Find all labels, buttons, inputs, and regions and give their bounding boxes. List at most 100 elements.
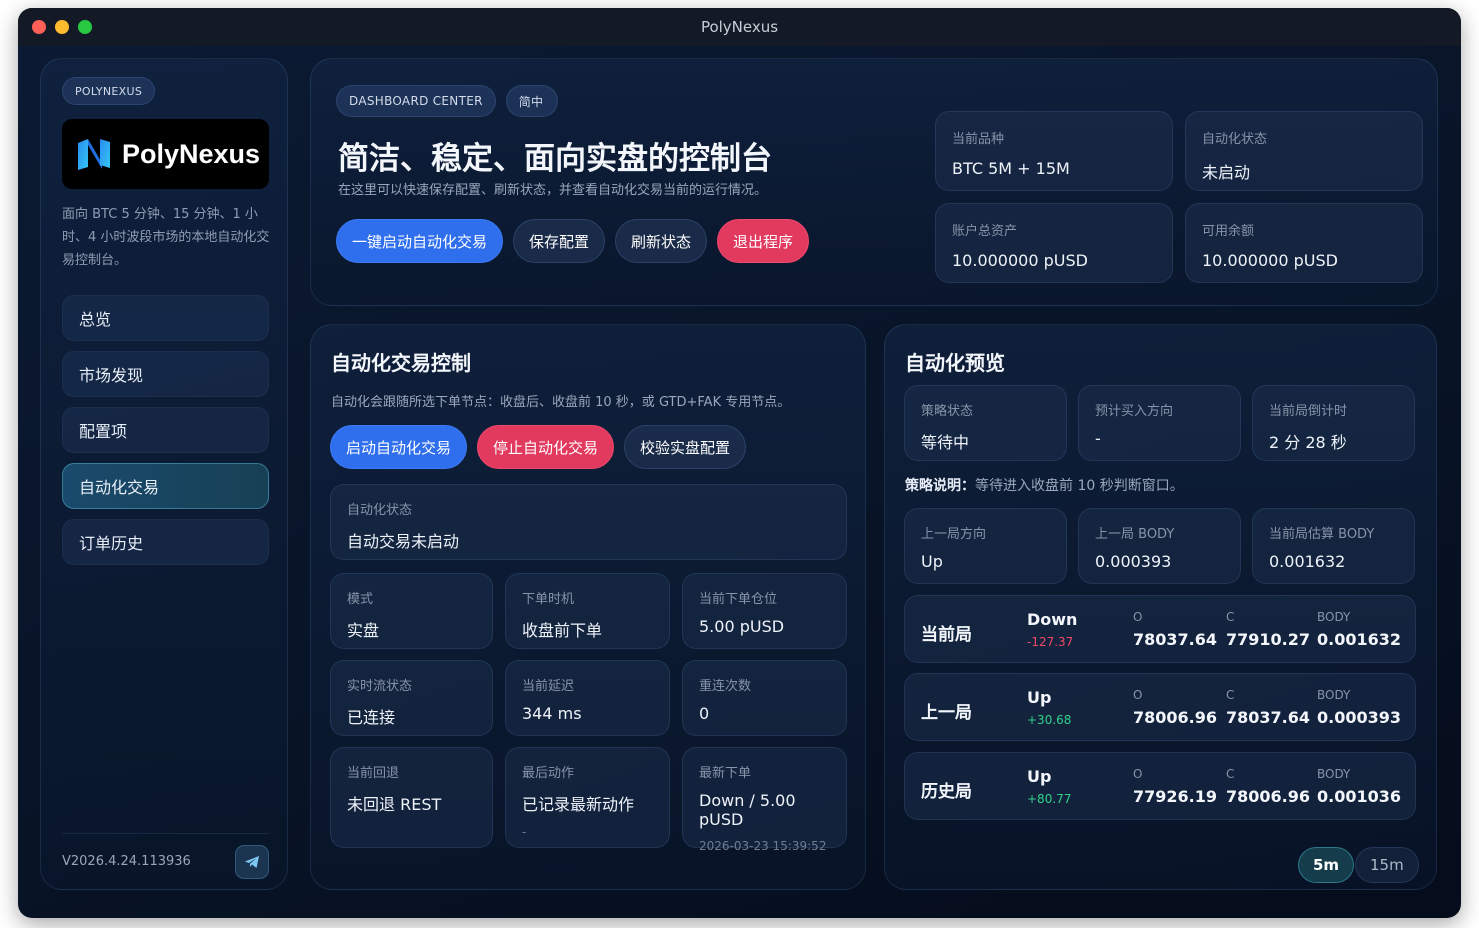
- tile-label: 重连次数: [699, 679, 752, 694]
- window-title: PolyNexus: [700, 18, 779, 36]
- round-name: 上一局: [921, 703, 972, 723]
- verify-config-button[interactable]: 校验实盘配置: [624, 425, 747, 469]
- close-label: C: [1226, 767, 1235, 781]
- sidebar-item-order-history[interactable]: 订单历史: [62, 519, 269, 565]
- close-label: C: [1226, 688, 1235, 702]
- tile-value: 收盘前下单: [522, 621, 603, 640]
- close-value: 77910.27: [1226, 630, 1311, 649]
- exit-app-button[interactable]: 退出程序: [717, 219, 810, 263]
- body-value: 0.001036: [1317, 787, 1402, 806]
- body-label: BODY: [1317, 688, 1351, 702]
- automation-preview-panel: 自动化预览 策略状态 等待中 预计买入方向 - 当前局倒计时 2 分 28 秒 …: [884, 324, 1437, 890]
- tile-last-action: 最后动作 已记录最新动作 -: [505, 747, 670, 848]
- strategy-note-label: 策略说明：: [905, 478, 975, 494]
- stat-label: 可用余额: [1202, 224, 1255, 239]
- status-label: 自动化状态: [347, 503, 413, 518]
- tile-value: Down / 5.00 pUSD: [699, 791, 796, 829]
- dashboard-header: DASHBOARD CENTER 简中 简洁、稳定、面向实盘的控制台 在这里可以…: [310, 58, 1438, 306]
- tile-value: 已记录最新动作: [522, 795, 635, 814]
- page-title: 简洁、稳定、面向实盘的控制台: [338, 141, 772, 177]
- tile-prev-direction: 上一局方向 Up: [904, 508, 1067, 584]
- stat-available-balance: 可用余额 10.000000 pUSD: [1185, 203, 1423, 283]
- language-tag[interactable]: 简中: [505, 85, 559, 117]
- automation-status-box: 自动化状态 自动交易未启动: [330, 484, 847, 560]
- polynexus-logo-icon: [78, 139, 110, 170]
- tile-label: 下单时机: [522, 592, 575, 607]
- round-open: O 78037.64: [1133, 610, 1217, 649]
- round-close: C 77910.27: [1226, 610, 1310, 649]
- zoom-window-button[interactable]: [78, 20, 92, 34]
- tile-label: 当前下单仓位: [699, 592, 778, 607]
- tile-latest-order: 最新下单 Down / 5.00 pUSD 2026-03-23 15:39:5…: [682, 747, 847, 853]
- header-actions: 一键启动自动化交易 保存配置 刷新状态 退出程序: [336, 219, 810, 263]
- tile-label: 策略状态: [921, 404, 974, 419]
- tile-label: 预计买入方向: [1095, 404, 1174, 419]
- open-label: O: [1133, 688, 1143, 702]
- window-controls: [32, 20, 92, 34]
- control-title: 自动化交易控制: [331, 351, 471, 375]
- control-actions: 启动自动化交易 停止自动化交易 校验实盘配置: [330, 425, 747, 469]
- round-change: -127.37: [1027, 635, 1074, 649]
- tile-label: 模式: [347, 592, 374, 607]
- stat-label: 自动化状态: [1202, 132, 1268, 147]
- open-value: 78006.96: [1133, 708, 1218, 727]
- tile-label: 当前回退: [347, 766, 400, 781]
- sidebar-item-config[interactable]: 配置项: [62, 407, 269, 453]
- tile-label: 最新下单: [699, 766, 752, 781]
- stop-automation-button[interactable]: 停止自动化交易: [477, 425, 615, 469]
- body-label: BODY: [1317, 610, 1351, 624]
- sidebar-item-auto-trading[interactable]: 自动化交易: [62, 463, 269, 509]
- minimize-window-button[interactable]: [55, 20, 69, 34]
- tile-value: 未回退 REST: [347, 795, 442, 814]
- round-body: BODY 0.001036: [1317, 767, 1401, 806]
- sidebar-description: 面向 BTC 5 分钟、15 分钟、1 小时、4 小时波段市场的本地自动化交易控…: [62, 207, 270, 268]
- tile-value: -: [1095, 429, 1101, 448]
- tile-label: 上一局方向: [921, 527, 987, 542]
- start-automation-button[interactable]: 启动自动化交易: [330, 425, 468, 469]
- strategy-note: 策略说明：等待进入收盘前 10 秒判断窗口。: [905, 475, 1184, 495]
- sidebar-nav: 总览 市场发现 配置项 自动化交易 订单历史: [62, 295, 269, 575]
- stat-value: 未启动: [1202, 163, 1251, 182]
- tile-label: 实时流状态: [347, 679, 413, 694]
- tile-value: Up: [921, 552, 943, 571]
- tile-mode: 模式 实盘: [330, 573, 493, 649]
- open-value: 78037.64: [1133, 630, 1218, 649]
- sidebar: POLYNEXUS PolyNexus 面向 BTC 5 分钟、15 分钟、1 …: [40, 58, 288, 890]
- round-row-previous: 上一局 Up +30.68 O 78006.96 C 78037.64 BODY…: [904, 673, 1416, 741]
- stat-current-symbol: 当前品种 BTC 5M + 15M: [935, 111, 1173, 191]
- round-direction: Down: [1027, 610, 1078, 629]
- stat-value: 10.000000 pUSD: [952, 251, 1088, 270]
- body-label: BODY: [1317, 767, 1351, 781]
- one-click-start-button[interactable]: 一键启动自动化交易: [336, 219, 504, 263]
- sidebar-item-overview[interactable]: 总览: [62, 295, 269, 341]
- tile-value: 0.000393: [1095, 552, 1172, 571]
- tile-value: 已连接: [347, 708, 396, 727]
- logo: PolyNexus: [62, 119, 269, 189]
- round-name: 当前局: [921, 625, 972, 645]
- refresh-status-button[interactable]: 刷新状态: [615, 219, 708, 263]
- automation-control-panel: 自动化交易控制 自动化会跟随所选下单节点：收盘后、收盘前 10 秒，或 GTD+…: [310, 324, 866, 890]
- tile-expected-direction: 预计买入方向 -: [1078, 385, 1241, 461]
- sidebar-footer: V2026.4.24.113936: [62, 833, 269, 889]
- save-config-button[interactable]: 保存配置: [513, 219, 606, 263]
- round-row-history: 历史局 Up +80.77 O 77926.19 C 78006.96 BODY…: [904, 752, 1416, 820]
- tile-subtext: 2026-03-23 15:39:52: [699, 839, 827, 853]
- timeframe-15m[interactable]: 15m: [1355, 847, 1419, 883]
- tile-value: 5.00 pUSD: [699, 617, 785, 636]
- open-label: O: [1133, 610, 1143, 624]
- tile-value: 0.001632: [1269, 552, 1346, 571]
- round-close: C 78037.64: [1226, 688, 1310, 727]
- sidebar-item-market-discovery[interactable]: 市场发现: [62, 351, 269, 397]
- close-window-button[interactable]: [32, 20, 46, 34]
- tile-order-timing: 下单时机 收盘前下单: [505, 573, 670, 649]
- telegram-icon: [245, 855, 259, 868]
- stat-label: 当前品种: [952, 132, 1005, 147]
- telegram-button[interactable]: [235, 844, 269, 879]
- brand-pill: POLYNEXUS: [62, 77, 156, 105]
- stat-total-assets: 账户总资产 10.000000 pUSD: [935, 203, 1173, 283]
- open-value: 77926.19: [1133, 787, 1218, 806]
- tile-order-size: 当前下单仓位 5.00 pUSD: [682, 573, 847, 649]
- timeframe-5m[interactable]: 5m: [1298, 847, 1355, 883]
- tile-latency: 当前延迟 344 ms: [505, 660, 670, 736]
- title-bar: PolyNexus: [18, 8, 1461, 46]
